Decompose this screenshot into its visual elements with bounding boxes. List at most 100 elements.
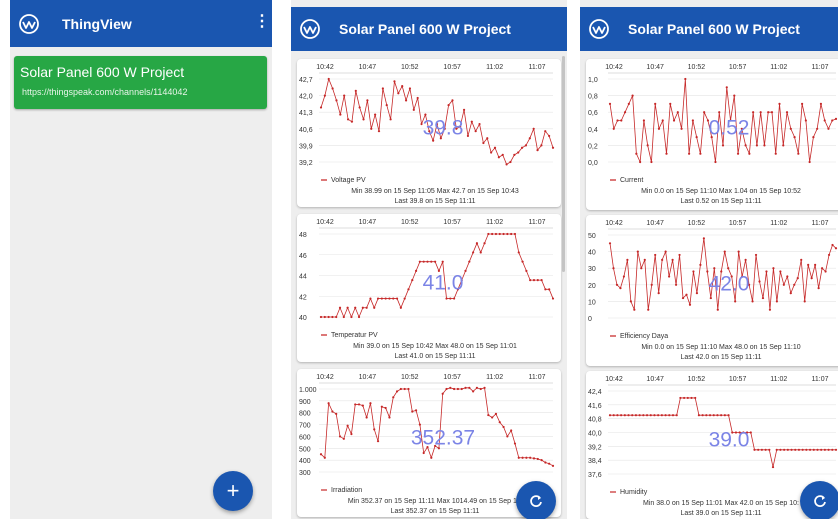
data-point (536, 279, 539, 282)
data-point (744, 258, 747, 261)
data-point (327, 402, 330, 405)
data-point (426, 260, 429, 263)
data-point (608, 242, 612, 245)
data-point (805, 448, 808, 451)
data-point (403, 297, 406, 300)
x-tick-label: 10:42 (316, 374, 334, 381)
data-point (814, 263, 817, 266)
data-point (323, 456, 326, 459)
data-point (716, 308, 719, 311)
x-tick-label: 11:07 (529, 374, 546, 381)
legend-label: Temperatur PV (331, 332, 378, 339)
data-point (785, 111, 789, 114)
y-tick-label: 48 (299, 232, 307, 239)
y-tick-label: 800 (299, 411, 311, 418)
data-point (753, 448, 756, 451)
data-point (451, 99, 454, 102)
data-point (807, 263, 810, 266)
data-point (797, 448, 801, 451)
x-tick-label: 10:52 (688, 64, 706, 71)
data-point (716, 414, 719, 417)
data-point (778, 102, 781, 105)
data-point (645, 414, 649, 417)
data-point (608, 102, 612, 105)
data-point (323, 315, 326, 319)
data-point (525, 456, 528, 459)
data-point (823, 119, 826, 122)
data-point (713, 267, 716, 270)
data-point (764, 448, 767, 451)
data-point (407, 288, 410, 291)
legend-label: Voltage PV (331, 177, 366, 184)
y-tick-label: 600 (299, 434, 311, 441)
data-point (684, 77, 687, 81)
y-tick-label: 400 (299, 458, 311, 465)
data-point (407, 387, 410, 391)
channel-card[interactable]: Solar Panel 600 W Project https://things… (14, 56, 267, 109)
data-point (635, 152, 638, 155)
data-point (370, 127, 373, 130)
data-point (681, 296, 685, 300)
data-point (366, 99, 369, 102)
data-point (490, 151, 493, 154)
data-point (433, 260, 437, 263)
x-tick-label: 11:02 (486, 219, 503, 226)
refresh-button[interactable] (800, 481, 838, 519)
data-point (497, 156, 500, 159)
efficiency-chart-card[interactable]: 10:42 10:47 10:52 10:57 11:02 11:07 50 40 30 20 10… (586, 215, 838, 366)
data-point (380, 297, 383, 300)
data-point (653, 414, 656, 417)
y-tick-label: 40 (299, 315, 307, 322)
data-point (810, 277, 813, 280)
data-point (464, 386, 467, 389)
channel-name: Solar Panel 600 W Project (20, 64, 185, 80)
data-point (760, 448, 764, 451)
data-point (616, 119, 619, 122)
data-point (794, 448, 797, 451)
temperature-chart-card[interactable]: 10:42 10:47 10:52 10:57 11:02 11:07 48 46 44 42 40… (297, 214, 561, 362)
data-point (636, 250, 639, 253)
scrollbar[interactable] (562, 56, 565, 272)
data-point (782, 283, 785, 286)
data-point (749, 431, 752, 434)
data-point (474, 130, 477, 133)
data-point (714, 160, 717, 164)
y-tick-label: 40,0 (588, 431, 602, 438)
data-point (346, 306, 349, 309)
data-point (638, 414, 641, 417)
data-point (472, 251, 475, 254)
x-tick-label: 11:02 (770, 220, 787, 227)
data-point (464, 269, 467, 272)
data-point (705, 414, 708, 417)
data-point (319, 315, 323, 319)
x-tick-label: 10:57 (729, 220, 747, 227)
data-point (627, 102, 630, 105)
data-point (487, 232, 490, 236)
data-point (664, 414, 667, 417)
current-chart-card[interactable]: 10:42 10:47 10:52 10:57 11:02 11:07 1,0 0,8 0,6 0… (586, 59, 838, 210)
data-point (695, 136, 698, 139)
chart-svg: 10:42 10:47 10:52 10:57 11:02 11:07 48 46 44 42 40… (299, 219, 555, 360)
x-tick-label: 10:47 (646, 376, 664, 383)
last-value-stats: Last 42.0 on 15 Sep 11:11 (680, 354, 761, 361)
refresh-button[interactable] (516, 481, 556, 519)
data-point (532, 279, 536, 282)
data-point (775, 448, 778, 451)
data-point (688, 152, 691, 155)
data-point (470, 120, 473, 123)
more-vert-icon[interactable]: ⋮ (254, 14, 270, 30)
data-point (424, 113, 427, 116)
data-point (782, 144, 785, 147)
data-point (786, 275, 789, 278)
data-point (631, 94, 634, 97)
last-value-stats: Last 0.52 on 15 Sep 11:11 (680, 198, 761, 205)
y-tick-label: 10 (588, 299, 596, 306)
x-tick-label: 10:57 (443, 64, 461, 71)
voltage-chart-card[interactable]: 10:42 10:47 10:52 10:57 11:02 11:07 42,7 42,0 41… (297, 59, 561, 207)
data-point (774, 152, 777, 155)
data-point (783, 448, 786, 451)
data-point (793, 136, 796, 139)
add-channel-button[interactable]: + (213, 471, 253, 511)
y-tick-label: 0,2 (588, 143, 598, 150)
data-point (668, 414, 671, 417)
